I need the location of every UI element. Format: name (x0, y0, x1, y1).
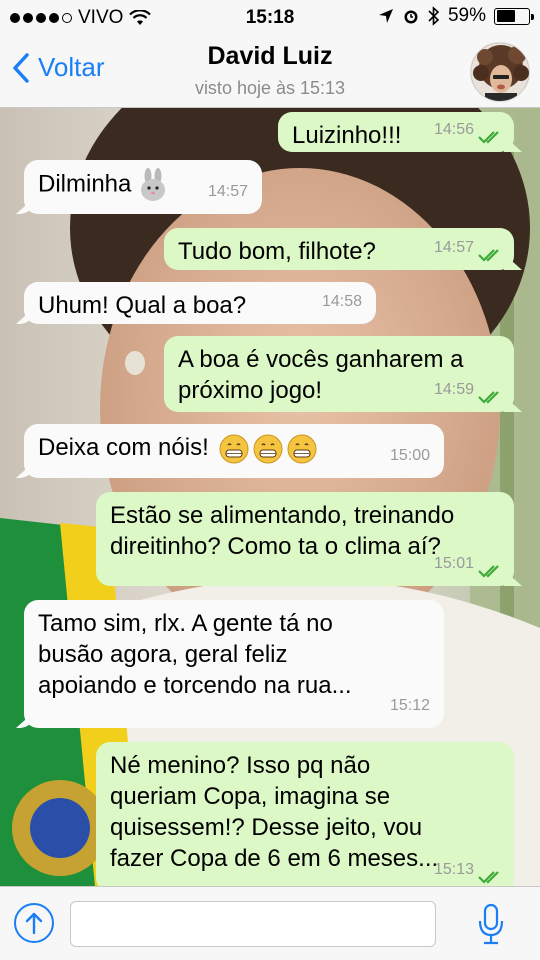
message-line: queriam Copa, imagina se (110, 781, 500, 812)
message-line-text: A boa é vocês ganharem a (178, 346, 464, 373)
message-line: A boa é vocês ganharem a (178, 344, 500, 375)
message-timestamp: 14:57 (207, 183, 248, 200)
message-line: apoiando e torcendo na rua... (38, 670, 430, 701)
alarm-clock-icon (404, 10, 418, 24)
grinning-face-icon (287, 434, 317, 464)
message-line-text: fazer Copa de 6 em 6 meses... (110, 845, 439, 872)
bluetooth-icon (428, 6, 440, 26)
message-line-text: Tamo sim, rlx. A gente tá no (38, 610, 333, 637)
incoming-message[interactable]: Dilminha 14:57 (24, 160, 262, 214)
message-line-text: Estão se alimentando, treinando (110, 502, 455, 529)
grinning-face-icon (253, 434, 283, 464)
message-input[interactable] (70, 901, 436, 947)
message-text: Uhum! Qual a boa? (38, 290, 362, 321)
message-timestamp: 15:00 (389, 447, 430, 464)
message-line-text: Tudo bom, filhote? (178, 238, 376, 265)
double-check-icon (478, 131, 499, 144)
grinning-face-icon (219, 434, 249, 464)
outgoing-message[interactable]: Luizinho!!! 14:56 (278, 112, 514, 152)
status-bar: VIVO 15:18 59% (0, 0, 540, 36)
message-line: Deixa com nóis! (38, 432, 430, 464)
microphone-icon (478, 903, 504, 945)
double-check-icon (478, 391, 499, 404)
composer-bar (0, 886, 540, 960)
message-line: quisessem!? Desse jeito, vou (110, 812, 500, 843)
message-line-text: direitinho? Como ta o clima aí? (110, 533, 441, 560)
message-timestamp: 14:56 (433, 121, 474, 138)
message-timestamp: 14:59 (433, 381, 474, 398)
avatar-photo (471, 43, 529, 101)
message-line-text: quisessem!? Desse jeito, vou (110, 814, 423, 841)
double-check-icon (478, 249, 499, 262)
message-line-text: próximo jogo! (178, 377, 323, 404)
message-timestamp: 15:01 (433, 555, 474, 572)
avatar[interactable] (470, 42, 530, 102)
message-line: Né menino? Isso pq não (110, 750, 500, 781)
chat-header: Voltar David Luiz visto hoje às 15:13 (0, 36, 540, 108)
message-timestamp: 15:12 (389, 697, 430, 714)
outgoing-message[interactable]: Tudo bom, filhote? 14:57 (164, 228, 514, 270)
message-line: Uhum! Qual a boa? (38, 290, 362, 321)
message-line-text: Luizinho!!! (292, 122, 402, 149)
battery-percent: 59% (447, 5, 486, 26)
arrow-up-circle-icon (25, 912, 43, 935)
battery-icon (494, 7, 534, 25)
outgoing-message[interactable]: A boa é vocês ganharem a próximo jogo! 14:… (164, 336, 514, 412)
last-seen: visto hoje às 15:13 (194, 78, 346, 98)
outgoing-message[interactable]: Estão se alimentando, treinando direitinh… (96, 492, 514, 586)
message-line-text: Dilminha (38, 170, 132, 198)
message-line-text: Né menino? Isso pq não (110, 752, 371, 779)
message-timestamp: 14:57 (433, 239, 474, 256)
double-check-icon (478, 871, 499, 884)
message-line-text: queriam Copa, imagina se (110, 783, 391, 810)
location-arrow-icon (378, 9, 393, 23)
message-timestamp: 14:58 (321, 293, 362, 310)
contact-name[interactable]: David Luiz (0, 42, 540, 71)
outgoing-message[interactable]: Né menino? Isso pq não queriam Copa, imag… (96, 742, 514, 886)
status-right: 59% (378, 5, 534, 27)
message-list[interactable]: Luizinho!!! 14:56 Dilminha 14:57 Tudo bom, … (0, 108, 540, 886)
message-line-text: Uhum! Qual a boa? (38, 292, 247, 319)
message-line-text: Deixa com nóis! (38, 434, 209, 461)
message-line-text: apoiando e torcendo na rua... (38, 672, 352, 699)
microphone-button[interactable] (478, 903, 504, 950)
rabbit-emoji-icon (141, 168, 166, 201)
message-line-text: busão agora, geral feliz (38, 641, 288, 668)
message-line: Estão se alimentando, treinando (110, 500, 500, 531)
message-line: busão agora, geral feliz (38, 639, 430, 670)
incoming-message[interactable]: Uhum! Qual a boa? 14:58 (24, 282, 376, 324)
message-timestamp: 15:13 (433, 861, 474, 878)
message-text: Deixa com nóis! (38, 432, 430, 464)
message-text: Tamo sim, rlx. A gente tá no busão agora,… (38, 608, 430, 701)
message-line: Tamo sim, rlx. A gente tá no (38, 608, 430, 639)
incoming-message[interactable]: Deixa com nóis! 15:00 (24, 424, 444, 478)
attach-button[interactable] (14, 903, 54, 943)
incoming-message[interactable]: Tamo sim, rlx. A gente tá no busão agora,… (24, 600, 444, 728)
double-check-icon (478, 565, 499, 578)
